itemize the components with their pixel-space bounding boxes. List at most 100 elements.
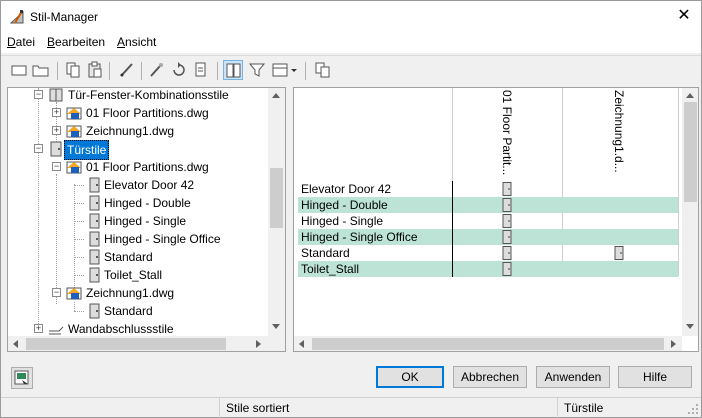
style-matrix-grid[interactable]: 01 Floor Partit... Zeichnung1.d... Eleva… <box>293 87 699 352</box>
collapse-icon[interactable]: − <box>52 162 61 171</box>
menu-bearbeiten[interactable]: Bearbeiten <box>47 35 105 49</box>
tree-item-label: Toilet_Stall <box>104 268 163 282</box>
label-column-divider <box>452 181 453 277</box>
collapse-icon[interactable]: − <box>34 90 43 99</box>
status-text-right: Türstile <box>557 398 687 418</box>
grid-row[interactable]: Hinged - Single Office <box>298 229 678 245</box>
door-cell-icon <box>501 182 513 196</box>
scroll-thumb[interactable] <box>312 338 664 350</box>
scroll-thumb[interactable] <box>684 102 697 202</box>
expand-icon[interactable]: + <box>52 126 61 135</box>
tree-item-door-style[interactable]: Standard <box>8 248 278 266</box>
tree-connector <box>74 311 84 312</box>
title-bar: Stil-Manager ✕ <box>1 1 701 33</box>
paste-icon[interactable] <box>85 60 105 80</box>
grid-row[interactable]: Toilet_Stall <box>298 261 678 277</box>
scroll-left-icon[interactable] <box>299 340 304 348</box>
tree-item-drawing[interactable]: − Zeichnung1.dwg <box>8 284 278 302</box>
grid-vertical-scrollbar[interactable] <box>682 88 698 336</box>
grid-row[interactable]: Hinged - Double <box>298 197 678 213</box>
tree-connector <box>74 185 84 186</box>
copy-icon[interactable] <box>63 60 83 80</box>
tree-item-combination-styles[interactable]: − Tür-Fenster-Kombinationsstile <box>8 88 278 104</box>
collapse-icon[interactable]: − <box>34 144 43 153</box>
tree-item-door-style[interactable]: Hinged - Single Office <box>8 230 278 248</box>
scroll-up-icon[interactable] <box>686 93 694 98</box>
row-label: Standard <box>301 246 350 260</box>
door-icon <box>86 213 102 229</box>
tree-item-door-style[interactable]: Elevator Door 42 <box>8 176 278 194</box>
toolbar-separator <box>141 62 142 80</box>
drawing-icon <box>66 285 82 301</box>
tree-item-door-style[interactable]: Hinged - Single <box>8 212 278 230</box>
toggle-view-icon[interactable] <box>223 60 243 80</box>
export-icon[interactable] <box>191 60 211 80</box>
open-icon[interactable] <box>31 60 51 80</box>
door-style-icon <box>48 141 64 157</box>
apply-button[interactable]: Anwenden <box>536 366 610 388</box>
door-cell-icon <box>501 246 513 260</box>
ok-button[interactable]: OK <box>376 366 444 388</box>
row-label: Hinged - Single <box>301 214 384 228</box>
scroll-right-icon[interactable] <box>671 340 676 348</box>
door-icon <box>86 303 102 319</box>
tree-item-drawing[interactable]: − 01 Floor Partitions.dwg <box>8 158 278 176</box>
grid-horizontal-scrollbar[interactable] <box>294 336 682 351</box>
tree-item-door-style[interactable]: Toilet_Stall <box>8 266 278 284</box>
scroll-thumb[interactable] <box>270 168 283 228</box>
inventory-report-button[interactable] <box>11 367 33 389</box>
view-menu-icon[interactable] <box>271 60 299 80</box>
tree-item-door-style[interactable]: Standard <box>8 302 278 320</box>
tree-item-door-styles[interactable]: − Türstile <box>8 140 278 160</box>
drawing-icon <box>66 105 82 121</box>
scroll-left-icon[interactable] <box>13 340 18 348</box>
row-label: Toilet_Stall <box>301 262 360 276</box>
grid-row[interactable]: Elevator Door 42 <box>298 181 678 197</box>
endcap-style-icon <box>48 321 64 337</box>
expand-icon[interactable]: + <box>52 108 61 117</box>
toolbar-separator <box>217 62 218 80</box>
close-button[interactable]: ✕ <box>667 1 701 31</box>
tree-vertical-scrollbar[interactable] <box>268 88 285 336</box>
tree-item-door-style[interactable]: Hinged - Double <box>8 194 278 212</box>
new-icon[interactable] <box>9 60 29 80</box>
tree-connector <box>74 221 84 222</box>
scroll-up-icon[interactable] <box>272 93 280 98</box>
toolbar <box>1 55 701 85</box>
tree-item-drawing[interactable]: + 01 Floor Partitions.dwg <box>8 104 278 122</box>
edit-icon[interactable] <box>117 60 137 80</box>
tree-item-label: Elevator Door 42 <box>104 178 195 192</box>
tree-connector <box>74 203 84 204</box>
expand-icon[interactable]: + <box>34 324 43 333</box>
door-cell-icon <box>613 246 625 260</box>
tree-item-label: Hinged - Double <box>104 196 191 210</box>
style-manager-app-icon <box>9 9 25 25</box>
column-header-drawing[interactable]: 01 Floor Partit... <box>500 90 610 180</box>
scroll-down-icon[interactable] <box>686 324 694 329</box>
menu-datei[interactable]: Datei <box>7 35 35 49</box>
menu-ansicht[interactable]: Ansicht <box>117 35 156 49</box>
filter-icon[interactable] <box>247 60 267 80</box>
scroll-thumb[interactable] <box>26 338 226 350</box>
collapse-icon[interactable]: − <box>52 288 61 297</box>
scroll-right-icon[interactable] <box>256 340 261 348</box>
row-label: Elevator Door 42 <box>301 182 392 196</box>
grid-row[interactable]: Hinged - Single <box>298 213 678 229</box>
tree-item-drawing[interactable]: + Zeichnung1.dwg <box>8 122 278 140</box>
refresh-icon[interactable] <box>169 60 189 80</box>
style-tree[interactable]: − Tür-Fenster-Kombinationsstile + 01 Flo… <box>7 87 286 352</box>
tree-item-label: Hinged - Single Office <box>104 232 221 246</box>
row-label: Hinged - Double <box>301 198 388 212</box>
help-button[interactable]: Hilfe <box>618 366 692 388</box>
status-cell-empty <box>1 398 219 418</box>
tree-item-label: Standard <box>104 250 153 264</box>
tree-connector <box>74 257 84 258</box>
tree-item-label: Tür-Fenster-Kombinationsstile <box>68 88 229 102</box>
cancel-button[interactable]: Abbrechen <box>453 366 527 388</box>
scroll-down-icon[interactable] <box>272 324 280 329</box>
purge-icon[interactable] <box>147 60 167 80</box>
tree-horizontal-scrollbar[interactable] <box>8 336 285 351</box>
inventory-icon[interactable] <box>313 60 333 80</box>
tree-connector <box>74 302 75 311</box>
resize-grip-icon[interactable] <box>687 403 699 415</box>
